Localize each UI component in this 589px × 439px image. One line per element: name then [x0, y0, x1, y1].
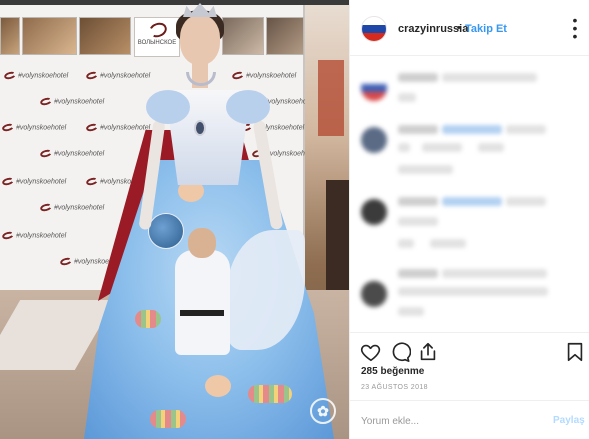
- avatar-stripe: [362, 24, 386, 33]
- blurred-comment: [442, 269, 547, 278]
- list-item: [350, 63, 589, 123]
- hotel-logo: ВОЛЫНСКОЕ: [134, 17, 180, 57]
- comments-list: [350, 57, 589, 327]
- list-item: [350, 269, 589, 327]
- wall-painting: [318, 60, 344, 136]
- puff-sleeve: [146, 90, 190, 124]
- more-options-icon[interactable]: • • •: [568, 13, 582, 43]
- black-belt: [180, 310, 224, 316]
- commenter-avatar[interactable]: [361, 199, 387, 225]
- blurred-meta: [398, 143, 410, 152]
- blurred-meta: [398, 239, 414, 248]
- blurred-comment: [398, 287, 548, 296]
- post-sidebar: crazyinrussia • Takip Et • • • 285 beğen…: [349, 0, 589, 439]
- action-bar: [350, 332, 589, 368]
- comment-input[interactable]: [361, 413, 531, 429]
- comment-icon[interactable]: [389, 341, 411, 363]
- share-icon[interactable]: [417, 341, 439, 363]
- painted-figure: [175, 250, 230, 355]
- wall-photo: [266, 17, 304, 55]
- wall-photo: [0, 17, 20, 55]
- flower-painting: [248, 385, 292, 403]
- flower-painting: [150, 410, 186, 428]
- blurred-mention: [442, 197, 502, 206]
- blurred-comment: [506, 197, 546, 206]
- blurred-meta: [398, 307, 424, 316]
- blurred-meta: [398, 165, 453, 174]
- puff-sleeve: [226, 90, 270, 124]
- blurred-meta: [398, 217, 438, 226]
- step-repeat-logo: #volynskoehotel: [3, 70, 68, 81]
- list-item: [350, 197, 589, 257]
- watermark-logo: ✿: [310, 398, 336, 424]
- step-repeat-logo: #volynskoehotel: [239, 122, 304, 133]
- step-repeat-logo: #volynskoehotel: [231, 70, 296, 81]
- heart-icon[interactable]: [360, 341, 382, 363]
- avatar[interactable]: [361, 16, 387, 42]
- step-repeat-logo: #volynskoehotel: [85, 70, 150, 81]
- blurred-mention: [442, 125, 502, 134]
- painted-figure-head: [188, 228, 216, 258]
- cherub-painting: [205, 375, 231, 397]
- wall-photo: [222, 17, 264, 55]
- blurred-username: [398, 197, 438, 206]
- step-repeat-logo: #volynskoehotel: [39, 148, 104, 159]
- add-comment-bar: Paylaş: [350, 400, 589, 439]
- step-repeat-logo: #volynskoehotel: [1, 122, 66, 133]
- post-photo[interactable]: ВОЛЫНСКОЕ #volynskoehotel #volynskoehote…: [0, 0, 349, 439]
- blurred-meta: [430, 239, 466, 248]
- model-face: [180, 15, 220, 65]
- commenter-avatar[interactable]: [361, 281, 387, 307]
- step-repeat-logo: #volynskoehotel: [1, 176, 66, 187]
- hall-door: [326, 180, 349, 290]
- globe-painting: [148, 213, 184, 249]
- hotel-logo-text: ВОЛЫНСКОЕ: [137, 40, 177, 46]
- avatar-stripe: [362, 33, 386, 41]
- step-repeat-logo: #volynskoehotel: [39, 202, 104, 213]
- blurred-username: [398, 269, 438, 278]
- post-header: crazyinrussia • Takip Et • • •: [350, 0, 589, 56]
- blurred-username: [398, 125, 438, 134]
- separator-dot: •: [457, 22, 461, 34]
- avatar-stripe: [362, 17, 386, 25]
- wall-photo: [22, 17, 77, 55]
- blurred-meta: [478, 143, 504, 152]
- blurred-comment: [442, 73, 537, 82]
- hotel-logo-mark: [147, 20, 169, 40]
- post-date[interactable]: 23 AĞUSTOS 2018: [361, 384, 428, 391]
- step-repeat-logo: #volynskoehotel: [1, 230, 66, 241]
- blurred-username: [398, 73, 438, 82]
- blurred-comment: [506, 125, 546, 134]
- wall-photo: [79, 17, 131, 55]
- commenter-avatar[interactable]: [361, 75, 387, 101]
- brooch: [194, 120, 206, 136]
- blurred-meta: [398, 93, 416, 102]
- commenter-avatar[interactable]: [361, 127, 387, 153]
- like-count[interactable]: 285 beğenme: [361, 366, 424, 377]
- bookmark-icon[interactable]: [564, 341, 586, 363]
- post-comment-button[interactable]: Paylaş: [553, 415, 585, 426]
- step-repeat-logo: #volynskoehotel: [85, 122, 150, 133]
- list-item: [350, 121, 589, 181]
- blurred-meta: [422, 143, 462, 152]
- follow-button[interactable]: Takip Et: [465, 23, 507, 35]
- step-repeat-logo: #volynskoehotel: [39, 96, 104, 107]
- flower-painting: [135, 310, 161, 328]
